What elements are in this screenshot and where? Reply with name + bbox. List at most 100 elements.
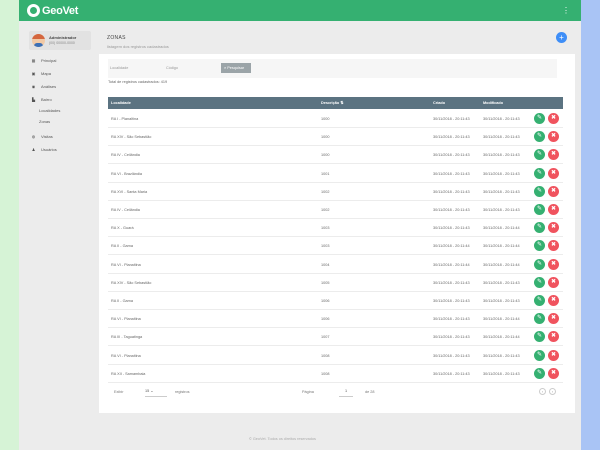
cell-criado: 30/11/2018 - 20:11:43 xyxy=(433,226,470,231)
sidebar-item-mapa[interactable]: ▣ Mapa xyxy=(31,70,51,77)
delete-button[interactable]: ✖ xyxy=(548,295,559,306)
cell-descricao: 1007 xyxy=(321,335,330,340)
cell-criado: 30/11/2018 - 20:11:43 xyxy=(433,299,470,303)
page-number-input[interactable]: 1 xyxy=(339,386,353,397)
sidebar-subitem-label: Zonas xyxy=(39,119,51,124)
delete-button[interactable]: ✖ xyxy=(548,149,559,161)
sidebar-item-bairro[interactable]: ▙ Bairro xyxy=(31,96,52,103)
delete-button[interactable]: ✖ xyxy=(548,367,559,379)
cell-modificado: 30/11/2018 - 20:11:43 xyxy=(483,153,520,158)
edit-button[interactable]: ✎ xyxy=(534,113,545,124)
codigo-filter-label[interactable]: Código xyxy=(166,66,178,70)
cell-descricao: 1008 xyxy=(321,371,330,376)
edit-button[interactable]: ✎ xyxy=(534,131,545,143)
exibir-label: Exibir xyxy=(114,390,124,394)
page-size-select[interactable]: 15 ⌄ xyxy=(145,386,167,397)
cell-modificado: 30/11/2018 - 20:11:44 xyxy=(483,226,520,231)
edit-button[interactable]: ✎ xyxy=(534,276,545,288)
cell-localidade: RA VI - Planaltina xyxy=(111,317,141,322)
table-row: RA II - Gama 1006 30/11/2018 - 20:11:43 30/… xyxy=(108,292,563,310)
cell-modificado: 30/11/2018 - 20:11:44 xyxy=(483,262,520,267)
table-row: RA X - Guará 1003 30/11/2018 - 20:11:43 30/… xyxy=(108,219,563,238)
sidebar-item-analises[interactable]: ◉ Análises xyxy=(31,83,56,90)
edit-button[interactable]: ✎ xyxy=(534,295,545,306)
column-header-localidade[interactable]: Localidade xyxy=(111,97,131,109)
sidebar-item-label: Principal xyxy=(41,58,57,63)
copyright-text: © GeoVet. Todos os direitos reservados xyxy=(249,437,316,441)
edit-button[interactable]: ✎ xyxy=(534,367,545,379)
edit-button[interactable]: ✎ xyxy=(534,185,545,197)
delete-button[interactable]: ✖ xyxy=(548,185,559,197)
trash-icon: ✖ xyxy=(550,297,557,303)
cell-descricao: 1002 xyxy=(321,189,330,194)
edit-button[interactable]: ✎ xyxy=(534,167,545,179)
trash-icon: ✖ xyxy=(550,369,557,376)
cell-criado: 30/11/2018 - 20:11:44 xyxy=(433,262,470,267)
pencil-icon: ✎ xyxy=(536,315,543,322)
cell-modificado: 30/11/2018 - 20:11:43 xyxy=(483,371,520,376)
delete-button[interactable]: ✖ xyxy=(548,331,559,343)
sidebar-item-principal[interactable]: ▦ Principal xyxy=(31,57,57,64)
delete-button[interactable]: ✖ xyxy=(548,204,559,215)
edit-button[interactable]: ✎ xyxy=(534,349,545,361)
trash-icon: ✖ xyxy=(550,242,557,249)
delete-button[interactable]: ✖ xyxy=(548,313,559,325)
delete-button[interactable]: ✖ xyxy=(548,258,559,270)
cell-descricao: 1000 xyxy=(321,117,330,121)
cell-modificado: 30/11/2018 - 20:11:43 xyxy=(483,299,520,303)
sidebar-subitem-localidades[interactable]: Localidades xyxy=(39,107,60,114)
pencil-icon: ✎ xyxy=(536,206,543,212)
table-row: RA XII - Samambaia 1008 30/11/2018 - 20:11… xyxy=(108,365,563,383)
sort-icon: ⇅ xyxy=(340,101,344,105)
cell-criado: 30/11/2018 - 20:11:43 xyxy=(433,117,470,121)
delete-button[interactable]: ✖ xyxy=(548,113,559,124)
delete-button[interactable]: ✖ xyxy=(548,131,559,143)
sidebar-subitem-zonas[interactable]: Zonas xyxy=(39,118,50,125)
cell-localidade: RA XII - Samambaia xyxy=(111,371,146,376)
logo[interactable]: GeoVet xyxy=(27,3,78,18)
sidebar-item-visitas[interactable]: ◍ Visitas xyxy=(31,133,53,140)
pencil-icon: ✎ xyxy=(536,115,543,121)
pencil-icon: ✎ xyxy=(536,224,543,231)
add-zone-button[interactable]: + xyxy=(556,32,567,43)
column-header-criado[interactable]: Criado xyxy=(433,97,445,109)
cell-descricao: 1001 xyxy=(321,171,330,176)
localidade-filter-label[interactable]: Localidade xyxy=(110,66,128,70)
edit-button[interactable]: ✎ xyxy=(534,258,545,270)
pagina-label: Página xyxy=(302,390,314,394)
edit-button[interactable]: ✎ xyxy=(534,222,545,234)
next-page-button[interactable]: › xyxy=(549,388,556,395)
table-row: RA I - Planaltina 1000 30/11/2018 - 20:11:… xyxy=(108,110,563,128)
edit-button[interactable]: ✎ xyxy=(534,331,545,343)
edit-button[interactable]: ✎ xyxy=(534,204,545,215)
cell-criado: 30/11/2018 - 20:11:43 xyxy=(433,208,470,212)
delete-button[interactable]: ✖ xyxy=(548,167,559,179)
kebab-menu-icon[interactable]: ⋮ xyxy=(562,5,570,16)
table-row: RA VI - Planaltina 1008 30/11/2018 - 20:11… xyxy=(108,347,563,365)
delete-button[interactable]: ✖ xyxy=(548,276,559,288)
sidebar-item-label: Análises xyxy=(41,84,57,89)
trash-icon: ✖ xyxy=(550,151,557,158)
previous-page-button[interactable]: ‹ xyxy=(539,388,546,395)
total-pages-label: de 28 xyxy=(365,390,375,394)
edit-button[interactable]: ✎ xyxy=(534,149,545,161)
cell-localidade: RA X - Guará xyxy=(111,226,134,231)
cell-descricao: 1008 xyxy=(321,353,330,358)
cell-criado: 30/11/2018 - 20:11:43 xyxy=(433,153,470,158)
delete-button[interactable]: ✖ xyxy=(548,240,559,252)
edit-button[interactable]: ✎ xyxy=(534,240,545,252)
column-header-descricao[interactable]: Descrição ⇅ xyxy=(321,97,343,109)
pencil-icon: ✎ xyxy=(536,333,543,340)
cell-criado: 30/11/2018 - 20:11:43 xyxy=(433,189,470,194)
cell-modificado: 30/11/2018 - 20:11:43 xyxy=(483,117,520,121)
user-card[interactable]: Administrador (00) 00000-0000 xyxy=(29,31,91,50)
delete-button[interactable]: ✖ xyxy=(548,349,559,361)
search-button[interactable]: ⌕ Pesquisar xyxy=(221,63,251,73)
edit-button[interactable]: ✎ xyxy=(534,313,545,325)
column-header-modificado[interactable]: Modificado xyxy=(483,97,503,109)
delete-button[interactable]: ✖ xyxy=(548,222,559,234)
cell-descricao: 1003 xyxy=(321,244,330,249)
cell-localidade: RA II - Gama xyxy=(111,244,133,249)
cell-modificado: 30/11/2018 - 20:11:43 xyxy=(483,353,520,358)
sidebar-item-usuarios[interactable]: ♟ Usuários xyxy=(31,146,57,153)
